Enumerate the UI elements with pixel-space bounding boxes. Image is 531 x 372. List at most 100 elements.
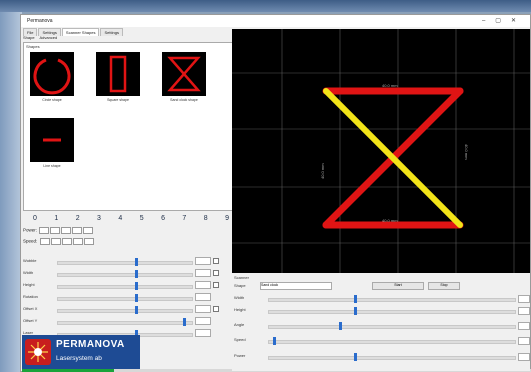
- sand-clock-shape-tile[interactable]: [162, 52, 206, 96]
- slider-thumb[interactable]: [134, 270, 138, 278]
- slider-thumb[interactable]: [134, 294, 138, 302]
- logo-name: PERMANOVA: [56, 339, 125, 350]
- slider-track[interactable]: [57, 309, 193, 313]
- shape-select[interactable]: Sand clock: [260, 282, 332, 290]
- preview-svg: 40.0 mm 40.0 mm 40.0 mm 40.0 mm: [232, 29, 530, 273]
- subtab-shape[interactable]: Shape: [23, 35, 35, 40]
- slider-label: Wobble: [23, 258, 37, 263]
- slider-track[interactable]: [57, 321, 193, 325]
- speed-field[interactable]: [83, 238, 94, 245]
- number-label: 6: [161, 215, 165, 222]
- square-shape-tile[interactable]: [96, 52, 140, 96]
- control-track[interactable]: [268, 310, 516, 314]
- control-value[interactable]: [518, 295, 530, 303]
- number-scale: 0 1 2 3 4 5 6 7 8 9: [33, 215, 229, 222]
- number-label: 1: [54, 215, 59, 222]
- value-field[interactable]: [195, 317, 211, 325]
- speed-field[interactable]: [61, 238, 72, 245]
- stop-button[interactable]: Stop: [428, 282, 460, 290]
- line-shape-tile[interactable]: [30, 118, 74, 162]
- tile-caption: Square shape: [107, 98, 129, 102]
- power-field[interactable]: [72, 227, 83, 234]
- slider-thumb[interactable]: [134, 282, 138, 290]
- control-track[interactable]: [268, 325, 516, 329]
- slider-row-wobble: Wobble: [23, 257, 229, 267]
- control-thumb[interactable]: [354, 295, 358, 303]
- control-track[interactable]: [268, 356, 516, 360]
- control-value[interactable]: [518, 353, 530, 361]
- number-label: 0: [33, 215, 37, 222]
- speed-field[interactable]: [72, 238, 83, 245]
- scanner-control-panel: Scanner Shape Sand clock Start Stop Widt…: [232, 273, 530, 371]
- control-value[interactable]: [518, 322, 530, 330]
- slider-label: Width: [23, 270, 34, 275]
- value-field[interactable]: [195, 293, 211, 301]
- value-field[interactable]: [195, 305, 211, 313]
- slider-track[interactable]: [57, 297, 193, 301]
- dimension-label-left: 40.0 mm: [320, 163, 325, 179]
- company-logo: PERMANOVA Lasersystem ab: [22, 335, 140, 369]
- checkbox[interactable]: [213, 258, 219, 264]
- power-field[interactable]: [83, 227, 94, 234]
- control-thumb[interactable]: [339, 322, 343, 330]
- control-thumb[interactable]: [354, 353, 358, 361]
- dimension-label-right: 40.0 mm: [464, 144, 469, 160]
- slider-row-height: Height: [23, 281, 229, 291]
- power-field[interactable]: [61, 227, 72, 234]
- window-controls[interactable]: –▢✕: [482, 17, 526, 24]
- shape-preview-canvas: 40.0 mm 40.0 mm 40.0 mm 40.0 mm: [232, 29, 530, 273]
- sand-clock-shape-icon: [167, 56, 201, 92]
- slider-label: Rotation: [23, 294, 38, 299]
- circle-shape-tile[interactable]: [30, 52, 74, 96]
- control-value[interactable]: [518, 307, 530, 315]
- line-shape-icon: [43, 138, 61, 142]
- tile-caption: Circle shape: [42, 98, 62, 102]
- shape-select-label: Shape: [234, 283, 246, 288]
- slider-thumb[interactable]: [134, 258, 138, 266]
- checkbox[interactable]: [213, 270, 219, 276]
- tab-settings-2[interactable]: Settings: [100, 28, 123, 36]
- slider-label: Offset X: [23, 306, 38, 311]
- control-track[interactable]: [268, 298, 516, 302]
- slider-thumb[interactable]: [182, 318, 186, 326]
- window-title: Permanova: [27, 18, 53, 24]
- tab-scanner-shapes[interactable]: Scanner Shapes: [61, 28, 100, 36]
- slider-thumb[interactable]: [134, 306, 138, 314]
- circle-shape-icon: [33, 58, 71, 95]
- value-field[interactable]: [195, 281, 211, 289]
- shapes-panel-label: Shapes: [26, 44, 40, 49]
- subtab-bar: Shape Advanced: [23, 35, 61, 40]
- app-window: Permanova –▢✕ File Settings Scanner Shapes…: [20, 14, 531, 372]
- number-label: 9: [225, 215, 229, 222]
- value-field[interactable]: [195, 269, 211, 277]
- power-row: Power:: [23, 227, 94, 234]
- logo-tagline: Lasersystem ab: [56, 355, 102, 362]
- checkbox[interactable]: [213, 282, 219, 288]
- slider-row-offset-y: Offset Y: [23, 317, 229, 327]
- control-value[interactable]: [518, 337, 530, 345]
- number-label: 8: [203, 215, 208, 222]
- slider-track[interactable]: [57, 273, 193, 277]
- control-thumb[interactable]: [272, 337, 276, 345]
- speed-field[interactable]: [50, 238, 61, 245]
- slider-row-width: Width: [23, 269, 229, 279]
- value-field[interactable]: [195, 329, 211, 337]
- start-button[interactable]: Start: [372, 282, 424, 290]
- tile-caption: Line shape: [43, 164, 61, 168]
- checkbox[interactable]: [213, 306, 219, 312]
- control-label: Angle: [234, 322, 245, 327]
- control-thumb[interactable]: [354, 307, 358, 315]
- slider-row-offset-x: Offset X: [23, 305, 229, 315]
- slider-track[interactable]: [57, 285, 193, 289]
- dimension-label-bottom: 40.0 mm: [382, 218, 398, 223]
- power-field[interactable]: [39, 227, 50, 234]
- subtab-advanced[interactable]: Advanced: [39, 35, 57, 40]
- value-field[interactable]: [195, 257, 211, 265]
- number-label: 3: [97, 215, 101, 222]
- power-field[interactable]: [50, 227, 61, 234]
- laser-star-icon: [25, 339, 51, 365]
- speed-row: Speed:: [23, 238, 94, 245]
- speed-field[interactable]: [39, 238, 50, 245]
- control-track[interactable]: [268, 340, 516, 344]
- slider-track[interactable]: [57, 261, 193, 265]
